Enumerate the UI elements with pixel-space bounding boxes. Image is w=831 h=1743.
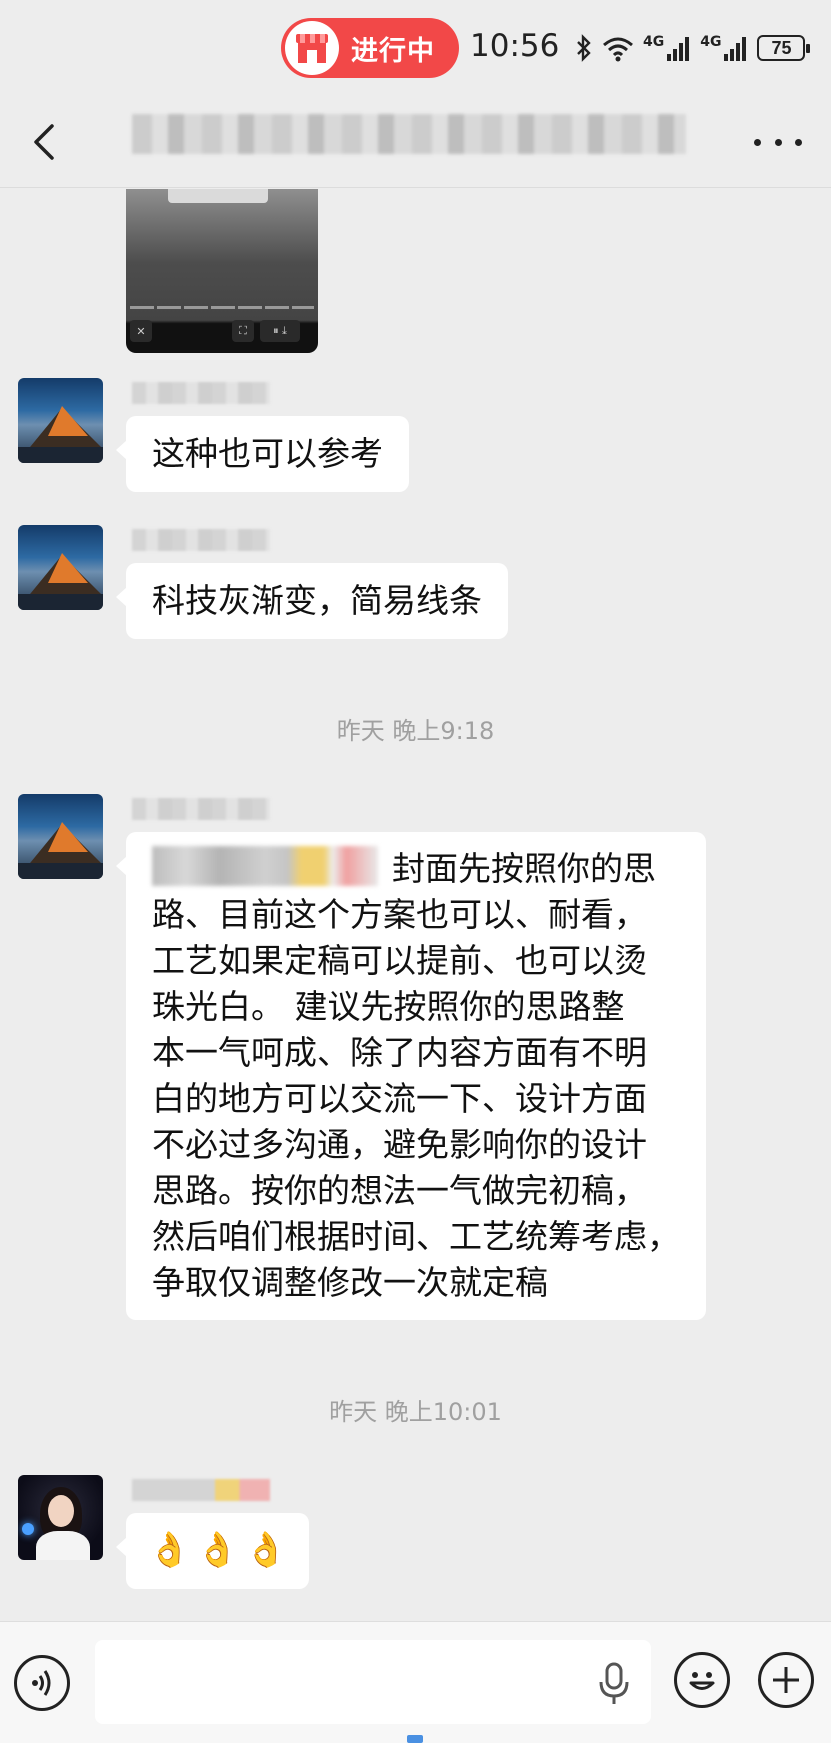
video-frame-object xyxy=(168,189,268,203)
more-button[interactable] xyxy=(754,124,802,160)
message-bubble[interactable]: 👌 👌 👌 xyxy=(115,1513,310,1589)
mention-blurred xyxy=(152,846,378,886)
message-line: 路、目前这个方案也可以、耐看， xyxy=(152,895,647,934)
chat-title-blurred xyxy=(132,114,686,154)
emoji-button[interactable] xyxy=(674,1652,730,1708)
voice-button[interactable] xyxy=(14,1655,70,1711)
plus-button[interactable] xyxy=(758,1652,814,1708)
video-message[interactable]: ✕ ⛶ ⏸ ⤓ xyxy=(126,189,318,353)
message-bubble[interactable]: 这种也可以参考 xyxy=(116,416,409,492)
avatar[interactable] xyxy=(18,378,103,463)
in-progress-pill[interactable]: 进行中 xyxy=(281,18,459,78)
avatar[interactable] xyxy=(18,525,103,610)
input-bar xyxy=(0,1621,831,1743)
status-icons: 4G 4G 75 xyxy=(575,30,811,66)
avatar[interactable] xyxy=(18,794,103,879)
sender-name-blurred xyxy=(132,1479,270,1501)
message-line: 珠光白。 建议先按照你的思路整 xyxy=(152,987,625,1026)
status-bar: 进行中 10:56 4G 4G 75 xyxy=(0,0,831,96)
message-line: 然后咱们根据时间、工艺统筹考虑， xyxy=(152,1217,680,1256)
network-label-2: 4G xyxy=(700,34,722,50)
more-dot xyxy=(795,138,802,146)
bluetooth-icon xyxy=(577,34,591,62)
more-dots-icon xyxy=(754,138,761,146)
store-icon xyxy=(285,21,339,75)
ok-hand-emoji: 👌 xyxy=(196,1530,239,1570)
wifi-icon xyxy=(603,37,633,62)
avatar[interactable] xyxy=(18,1475,103,1560)
signal-icon-2 xyxy=(724,37,747,61)
message-bubble[interactable]: 科技灰渐变，简易线条 xyxy=(116,563,508,639)
battery-indicator: 75 xyxy=(757,35,811,61)
emoji-row: 👌 👌 👌 xyxy=(148,1527,287,1573)
video-progress xyxy=(130,306,314,309)
selection-handle xyxy=(407,1735,423,1743)
sender-name-blurred xyxy=(132,529,270,551)
message-line: 思路。按你的想法一气做完初稿， xyxy=(152,1171,647,1210)
signal-icon xyxy=(667,37,690,61)
message-line: 本一气呵成、除了内容方面有不明 xyxy=(152,1033,647,1072)
ok-hand-emoji: 👌 xyxy=(148,1530,191,1570)
message-row: 这种也可以参考 xyxy=(0,378,831,498)
voice-icon xyxy=(32,1670,51,1696)
pill-label: 进行中 xyxy=(351,35,435,67)
sender-name-blurred xyxy=(132,798,270,820)
network-label-1: 4G xyxy=(643,34,665,50)
more-dot xyxy=(774,138,782,146)
timestamp: 昨天 晚上10:01 xyxy=(329,1398,502,1426)
close-icon[interactable]: ✕ xyxy=(130,320,152,342)
chat-area[interactable]: ✕ ⛶ ⏸ ⤓ 这种也可以参考 科技灰渐变，简易线条 昨天 晚上9:18 封面先… xyxy=(0,189,831,1620)
message-line: 工艺如果定稿可以提前、也可以烫 xyxy=(152,941,647,980)
chat-header xyxy=(0,96,831,188)
message-row: 科技灰渐变，简易线条 xyxy=(0,525,831,645)
chevron-left-icon xyxy=(34,124,54,160)
clock: 10:56 xyxy=(470,28,560,64)
sender-name-blurred xyxy=(132,382,270,404)
message-text: 封面先按照你的思 xyxy=(392,849,656,888)
ok-hand-emoji: 👌 xyxy=(244,1530,288,1570)
back-button[interactable] xyxy=(22,118,70,166)
fullscreen-icon[interactable]: ⛶ xyxy=(232,320,254,342)
message-line: 争取仅调整修改一次就定稿 xyxy=(152,1263,548,1302)
message-bubble[interactable]: 封面先按照你的思 路、目前这个方案也可以、耐看， 工艺如果定稿可以提前、也可以烫… xyxy=(116,832,706,1320)
message-input[interactable] xyxy=(95,1640,651,1724)
message-line: 封面先按照你的思 xyxy=(152,846,686,892)
message-line: 不必过多沟通，避免影响你的设计 xyxy=(152,1125,647,1164)
timestamp: 昨天 晚上9:18 xyxy=(336,717,495,745)
pause-icon[interactable]: ⏸ ⤓ xyxy=(260,320,300,342)
emoji-icon xyxy=(689,1672,715,1690)
message-row: 👌 👌 👌 xyxy=(0,1475,831,1595)
microphone-icon[interactable] xyxy=(596,1662,632,1706)
message-row: 封面先按照你的思 路、目前这个方案也可以、耐看， 工艺如果定稿可以提前、也可以烫… xyxy=(0,794,831,1320)
message-line: 白的地方可以交流一下、设计方面 xyxy=(152,1079,647,1118)
plus-icon xyxy=(773,1667,799,1693)
